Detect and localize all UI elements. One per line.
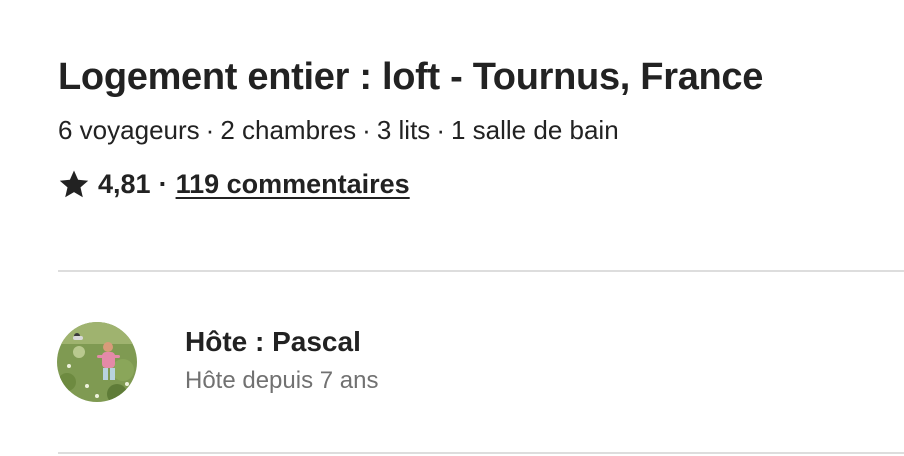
- host-since: Hôte depuis 7 ans: [185, 367, 379, 394]
- host-info: Hôte : Pascal Hôte depuis 7 ans: [185, 323, 378, 401]
- host-name: Hôte : Pascal: [185, 326, 361, 357]
- host-avatar-photo: [57, 322, 137, 402]
- section-divider: [58, 452, 904, 454]
- baths-count: 1 salle de bain: [450, 115, 619, 145]
- host-section: Hôte : Pascal Hôte depuis 7 ans: [57, 322, 378, 402]
- host-avatar[interactable]: [57, 322, 137, 402]
- bedrooms-count: 2 chambres: [220, 115, 357, 145]
- rating-separator: ·: [158, 169, 168, 199]
- overview-separator: ·: [205, 115, 215, 145]
- listing-header: Logement entier : loft - Tournus, France…: [58, 50, 904, 212]
- overview-separator: ·: [436, 115, 445, 145]
- overview-separator: ·: [362, 115, 371, 145]
- star-icon: [59, 170, 89, 198]
- rating-value: 4,81: [98, 169, 151, 199]
- section-divider: [58, 270, 904, 272]
- listing-overview: 6 voyageurs · 2 chambres · 3 lits · 1 salle de…: [58, 104, 904, 156]
- reviews-link[interactable]: 119 commentaires: [176, 156, 410, 212]
- rating-row: 4,81 · 119 commentaires: [58, 156, 904, 212]
- beds-count: 3 lits: [376, 115, 431, 145]
- guests-count: 6 voyageurs: [58, 115, 200, 145]
- listing-title: Logement entier : loft - Tournus, France: [58, 56, 764, 98]
